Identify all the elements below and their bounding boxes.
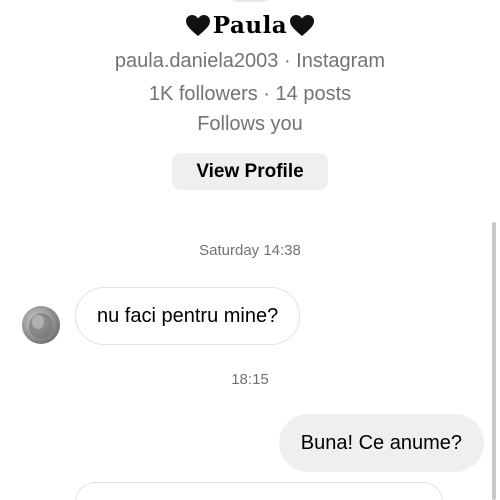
incoming-message-bubble[interactable]: nu faci pentru mine?: [75, 287, 301, 345]
profile-name-row: Paula: [0, 12, 500, 39]
avatar-photo-icon: [29, 313, 53, 339]
black-heart-icon: [185, 14, 210, 36]
profile-avatar[interactable]: [228, 0, 272, 2]
message-timestamp: 18:15: [231, 371, 269, 388]
message-timestamp: Saturday 14:38: [199, 242, 301, 259]
black-heart-icon: [290, 14, 315, 36]
follows-you-label: Follows you: [197, 113, 303, 135]
sender-avatar[interactable]: [22, 306, 60, 344]
profile-stats-line: 1K followers · 14 posts: [148, 83, 352, 105]
view-profile-button[interactable]: View Profile: [172, 153, 328, 190]
chat-screen: Paula paula.daniela2003 · Instagram 1K f…: [0, 0, 500, 500]
outgoing-message-bubble[interactable]: Buna! Ce anume?: [278, 414, 484, 472]
incoming-message-bubble[interactable]: [75, 482, 443, 500]
profile-display-name: Paula: [212, 12, 288, 39]
scrollbar[interactable]: [492, 222, 496, 500]
profile-username-line: paula.daniela2003 · Instagram: [114, 50, 386, 72]
